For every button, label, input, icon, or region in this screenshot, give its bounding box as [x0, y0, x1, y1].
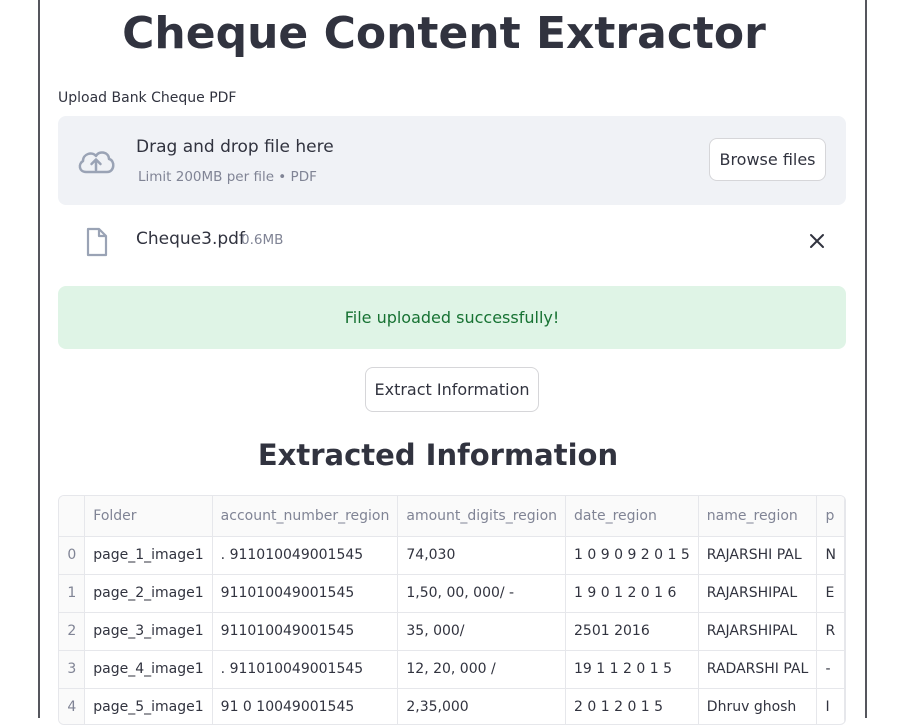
table-cell[interactable]: page_4_image1: [84, 650, 213, 689]
table-cell[interactable]: . 911010049001545: [212, 650, 399, 689]
column-header-account-number[interactable]: account_number_region: [212, 496, 399, 537]
table-cell[interactable]: page_5_image1: [84, 688, 213, 724]
success-message: File uploaded successfully!: [344, 308, 560, 327]
document-icon: [86, 227, 108, 257]
column-header-partial[interactable]: p: [816, 496, 845, 537]
table-cell[interactable]: 911010049001545: [212, 612, 399, 651]
table-cell[interactable]: 2501 2016: [565, 612, 699, 651]
extracted-data-table[interactable]: Folder account_number_region amount_digi…: [58, 495, 846, 725]
dropzone-limit: Limit 200MB per file • PDF: [138, 169, 317, 185]
row-index: 1: [59, 574, 86, 613]
row-index: 4: [59, 688, 86, 724]
table-cell[interactable]: 2,35,000: [397, 688, 567, 724]
uploaded-file-row: Cheque3.pdf 0.6MB: [58, 220, 846, 264]
row-index: 0: [59, 536, 86, 575]
table-cell[interactable]: 911010049001545: [212, 574, 399, 613]
table-cell[interactable]: -: [816, 650, 845, 689]
column-header-name[interactable]: name_region: [698, 496, 818, 537]
extract-information-button[interactable]: Extract Information: [365, 367, 539, 412]
column-header-date[interactable]: date_region: [565, 496, 699, 537]
table-cell[interactable]: page_3_image1: [84, 612, 213, 651]
table-cell[interactable]: I: [816, 688, 845, 724]
table-cell[interactable]: page_2_image1: [84, 574, 213, 613]
file-dropzone[interactable]: Drag and drop file here Limit 200MB per …: [58, 116, 846, 205]
table-cell[interactable]: 1 9 0 1 2 0 1 6: [565, 574, 699, 613]
table-cell[interactable]: 1,50, 00, 000/ -: [397, 574, 567, 613]
table-cell[interactable]: RAJARSHIPAL: [698, 612, 818, 651]
table-row: 4 page_5_image1 91 0 10049001545 2,35,00…: [59, 688, 845, 724]
table-cell[interactable]: RAJARSHIPAL: [698, 574, 818, 613]
table-cell[interactable]: 19 1 1 2 0 1 5: [565, 650, 699, 689]
dropzone-instructions: Drag and drop file here: [136, 137, 334, 157]
close-icon[interactable]: [806, 230, 828, 252]
table-cell[interactable]: 12, 20, 000 /: [397, 650, 567, 689]
table-cell[interactable]: RADARSHI PAL: [698, 650, 818, 689]
cloud-upload-icon: [78, 151, 115, 174]
table-row: 2 page_3_image1 911010049001545 35, 000/…: [59, 612, 845, 651]
column-header-index: [59, 496, 86, 537]
table-header-row: Folder account_number_region amount_digi…: [59, 496, 845, 537]
table-row: 3 page_4_image1 . 911010049001545 12, 20…: [59, 650, 845, 689]
table-row: 1 page_2_image1 911010049001545 1,50, 00…: [59, 574, 845, 613]
column-header-amount-digits[interactable]: amount_digits_region: [397, 496, 567, 537]
table-cell[interactable]: R: [816, 612, 845, 651]
table-row: 0 page_1_image1 . 911010049001545 74,030…: [59, 536, 845, 575]
table-cell[interactable]: E: [816, 574, 845, 613]
table-cell[interactable]: . 911010049001545: [212, 536, 399, 575]
table-cell[interactable]: 35, 000/: [397, 612, 567, 651]
success-alert: File uploaded successfully!: [58, 286, 846, 349]
uploaded-file-size: 0.6MB: [241, 232, 284, 248]
row-index: 2: [59, 612, 86, 651]
table-cell[interactable]: page_1_image1: [84, 536, 213, 575]
table-cell[interactable]: N: [816, 536, 845, 575]
table-cell[interactable]: 1 0 9 0 9 2 0 1 5: [565, 536, 699, 575]
table-cell[interactable]: Dhruv ghosh: [698, 688, 818, 724]
table-cell[interactable]: 91 0 10049001545: [212, 688, 399, 724]
table-cell[interactable]: 2 0 1 2 0 1 5: [565, 688, 699, 724]
upload-label: Upload Bank Cheque PDF: [58, 90, 237, 106]
uploaded-file-name: Cheque3.pdf: [136, 229, 245, 249]
table-cell[interactable]: 74,030: [397, 536, 567, 575]
page-title: Cheque Content Extractor: [122, 8, 766, 59]
row-index: 3: [59, 650, 86, 689]
browse-files-button[interactable]: Browse files: [709, 138, 826, 181]
table-cell[interactable]: RAJARSHI PAL: [698, 536, 818, 575]
column-header-folder[interactable]: Folder: [84, 496, 213, 537]
section-title: Extracted Information: [257, 438, 619, 472]
